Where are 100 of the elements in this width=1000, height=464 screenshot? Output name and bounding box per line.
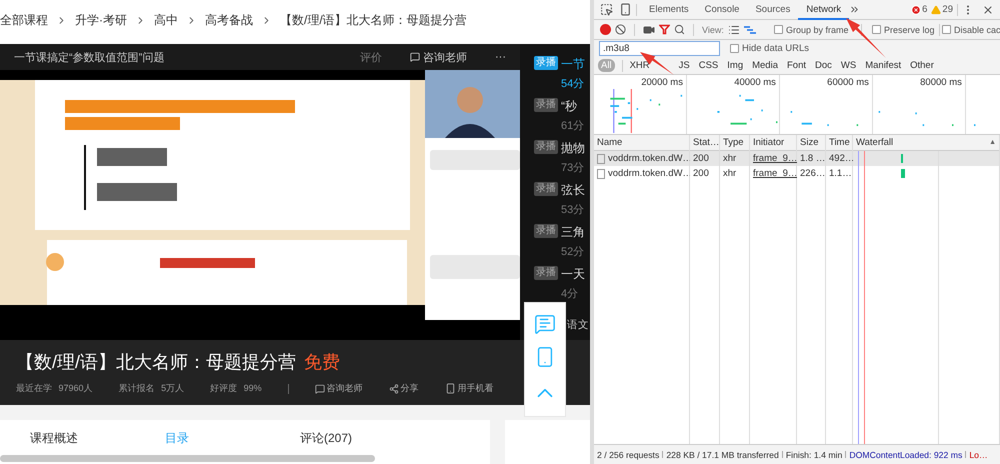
view-label: View: bbox=[702, 24, 724, 34]
breadcrumb-link[interactable]: 全部课程 bbox=[0, 12, 48, 28]
error-icon bbox=[911, 4, 922, 14]
price-label: 免费 bbox=[304, 351, 340, 374]
device-toggle-button[interactable] bbox=[619, 3, 632, 16]
inspect-button[interactable] bbox=[600, 3, 613, 16]
devtools-tab[interactable]: Console bbox=[696, 0, 748, 20]
lesson-link[interactable]: 一节 bbox=[561, 56, 589, 73]
breadcrumb-link[interactable]: 高中 bbox=[154, 12, 178, 28]
type-filter[interactable]: CSS bbox=[696, 59, 722, 72]
type-filter[interactable]: JS bbox=[676, 59, 693, 72]
status-text: 2 / 256 requests bbox=[597, 450, 660, 460]
comment-icon bbox=[534, 312, 556, 335]
horizontal-scrollbar[interactable] bbox=[0, 455, 375, 462]
type-filter[interactable]: Other bbox=[907, 59, 937, 72]
waterfall-bar bbox=[901, 169, 905, 178]
column-header[interactable]: Name bbox=[594, 135, 689, 151]
clear-button[interactable] bbox=[615, 24, 626, 35]
share-icon bbox=[388, 384, 399, 394]
initiator-link[interactable]: frame_9… bbox=[750, 151, 796, 166]
comment-button[interactable] bbox=[534, 312, 556, 335]
column-header[interactable]: Type bbox=[720, 135, 749, 151]
more-button[interactable]: ··· bbox=[495, 51, 506, 63]
lesson-link[interactable]: 弦长 bbox=[561, 182, 589, 199]
option-label: Preserve log bbox=[884, 24, 935, 34]
error-count[interactable]: 6 bbox=[911, 4, 928, 15]
column-header[interactable]: Initiator bbox=[750, 135, 796, 151]
search-button[interactable] bbox=[674, 24, 685, 35]
type-filter[interactable]: Media bbox=[749, 59, 781, 72]
checkbox[interactable] bbox=[872, 25, 881, 34]
waterfall-view-button[interactable] bbox=[744, 24, 756, 34]
recorded-tag: 录播 bbox=[534, 56, 558, 70]
rate-link[interactable]: 评价 bbox=[360, 50, 382, 64]
lesson-link[interactable]: “秒 bbox=[561, 98, 589, 115]
column-header[interactable]: Time bbox=[826, 135, 852, 151]
option-label: Disable cac bbox=[954, 24, 1000, 34]
devtools-tab[interactable]: Sources bbox=[747, 0, 798, 20]
size-cell: 226… bbox=[797, 166, 825, 181]
lesson-link[interactable]: 一天 bbox=[561, 266, 589, 283]
course-action-link[interactable]: 用手机看 bbox=[444, 382, 494, 395]
timeline-tick: 40000 ms bbox=[734, 77, 776, 88]
course-action-link[interactable]: 咨询老师 bbox=[314, 382, 363, 395]
lesson-duration: 52分 bbox=[561, 245, 586, 259]
record-button[interactable] bbox=[600, 24, 611, 35]
type-cell: xhr bbox=[720, 151, 749, 166]
lesson-duration: 61分 bbox=[561, 119, 586, 133]
lesson-duration: 4分 bbox=[561, 287, 580, 301]
initiator-link[interactable]: frame_9… bbox=[750, 166, 796, 181]
status-text: DOMContentLoaded: 922 ms bbox=[849, 450, 962, 460]
checkbox[interactable] bbox=[774, 25, 783, 34]
close-button[interactable] bbox=[982, 4, 994, 16]
type-filter[interactable]: Font bbox=[784, 59, 809, 72]
recorded-tag: 录播 bbox=[534, 182, 558, 196]
lesson-duration: 73分 bbox=[561, 161, 586, 175]
phone-icon bbox=[444, 383, 456, 394]
column-header[interactable]: Size bbox=[797, 135, 825, 151]
time-cell: 492… bbox=[826, 151, 852, 166]
lesson-duration: 53分 bbox=[561, 203, 586, 217]
checkbox[interactable] bbox=[730, 44, 739, 53]
recorded-tag: 录播 bbox=[534, 224, 558, 238]
type-filter[interactable]: Manifest bbox=[862, 59, 904, 72]
warning-count[interactable]: 29 bbox=[931, 4, 953, 15]
filter-button[interactable] bbox=[659, 24, 670, 35]
course-action-link[interactable]: 分享 bbox=[388, 382, 419, 395]
type-filter[interactable]: WS bbox=[838, 59, 860, 72]
filter-input[interactable]: .m3u8 bbox=[599, 41, 720, 56]
breadcrumb-link[interactable]: 【数/理/语】北大名师：母题提分营 bbox=[280, 12, 467, 28]
devtools-tab[interactable]: Elements bbox=[641, 0, 697, 20]
camera-button[interactable] bbox=[643, 24, 655, 36]
status-text: 228 KB / 17.1 MB transferred bbox=[666, 450, 779, 460]
close-icon bbox=[982, 4, 994, 16]
type-filter[interactable]: Doc bbox=[812, 59, 835, 72]
clear-icon bbox=[615, 24, 626, 35]
breadcrumb-link[interactable]: 高考备战 bbox=[205, 12, 253, 28]
recorded-tag: 录播 bbox=[534, 98, 558, 112]
camera-icon bbox=[643, 24, 655, 36]
lesson-title: 一节课搞定“参数取值范围”问题 bbox=[14, 50, 166, 64]
column-header[interactable]: Stat… bbox=[690, 135, 719, 151]
course-tab[interactable]: 课程概述 bbox=[30, 430, 165, 447]
consult-teacher-link[interactable]: 咨询老师 bbox=[410, 50, 467, 64]
more-tabs-button[interactable] bbox=[849, 4, 860, 15]
breadcrumb-link[interactable]: 升学·考研 bbox=[75, 12, 127, 28]
course-tab[interactable]: 评论(207) bbox=[300, 430, 435, 447]
checkbox[interactable] bbox=[942, 25, 951, 34]
phone-icon bbox=[619, 3, 632, 16]
lesson-link[interactable]: 三角 bbox=[561, 224, 589, 241]
lesson-link[interactable]: 语文 bbox=[567, 318, 589, 332]
lesson-duration: 54分 bbox=[561, 77, 586, 91]
timeline-tick: 20000 ms bbox=[641, 77, 683, 88]
type-filter[interactable]: Img bbox=[724, 59, 746, 72]
name-cell: voddrm.token.dW… bbox=[594, 166, 689, 181]
course-title: 【数/理/语】北大名师：母题提分营 bbox=[16, 351, 296, 374]
recorded-tag: 录播 bbox=[534, 140, 558, 154]
timeline-tick: 80000 ms bbox=[920, 77, 962, 88]
warning-icon bbox=[931, 4, 942, 14]
name-cell: voddrm.token.dW… bbox=[594, 151, 689, 166]
message-icon bbox=[410, 52, 420, 62]
timeline-tick: 60000 ms bbox=[827, 77, 869, 88]
type-filter[interactable]: XHR bbox=[626, 59, 653, 72]
lesson-link[interactable]: 抛物 bbox=[561, 140, 589, 157]
